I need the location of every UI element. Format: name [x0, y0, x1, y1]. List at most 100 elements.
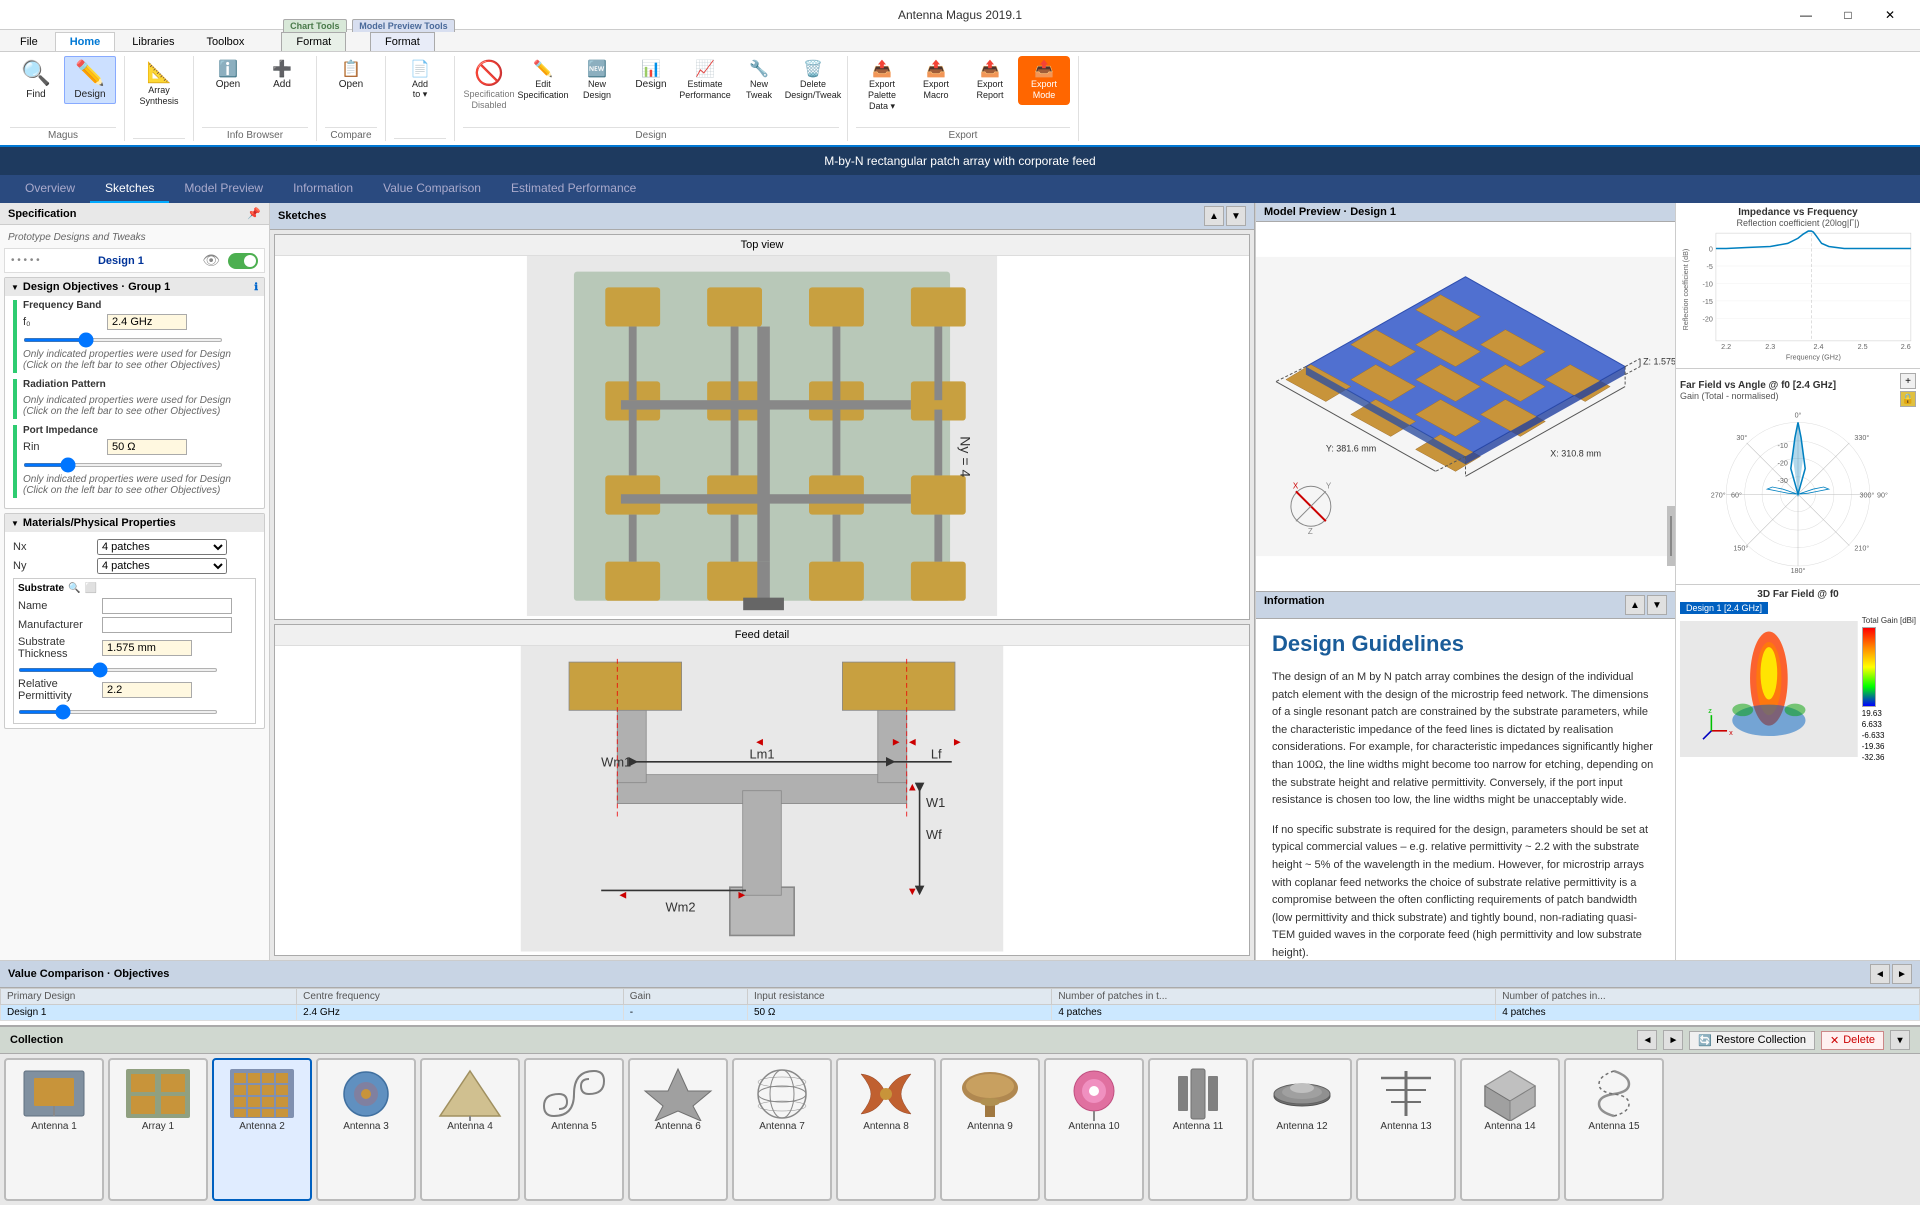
- collection-item-7[interactable]: Antenna 7: [732, 1058, 832, 1201]
- antenna7-icon: [747, 1066, 817, 1121]
- maximize-btn[interactable]: □: [1828, 5, 1868, 25]
- open-info-btn[interactable]: ℹ️ Open: [202, 56, 254, 94]
- materials-section: ▼ Materials/Physical Properties Nx 4 pat…: [4, 513, 265, 729]
- collection-item-10[interactable]: Antenna 10: [1044, 1058, 1144, 1201]
- open-compare-btn[interactable]: 📋 Open: [325, 56, 377, 94]
- scroll-up-btn[interactable]: ▲: [1204, 206, 1224, 226]
- export-macro-btn[interactable]: 📤 ExportMacro: [910, 56, 962, 105]
- objectives-info-icon[interactable]: ℹ: [254, 282, 258, 293]
- design-3d-label: Design 1 [2.4 GHz]: [1686, 603, 1762, 613]
- find-btn[interactable]: 🔍 Find: [10, 56, 62, 104]
- collection-item-5[interactable]: Antenna 5: [524, 1058, 624, 1201]
- collection-item-15[interactable]: Antenna 15: [1564, 1058, 1664, 1201]
- tab-information[interactable]: Information: [278, 175, 368, 203]
- new-tweak-icon: 🔧: [749, 60, 769, 79]
- perm-slider[interactable]: [18, 710, 218, 714]
- export-mode-btn[interactable]: 📤 ExportMode: [1018, 56, 1070, 105]
- substrate-manufacturer-input[interactable]: [102, 617, 232, 633]
- ny-select[interactable]: 4 patches: [97, 558, 227, 574]
- antenna3-icon: [331, 1066, 401, 1121]
- rin-input[interactable]: [107, 439, 187, 455]
- new-tweak-btn[interactable]: 🔧 NewTweak: [733, 56, 785, 105]
- collection-item-13[interactable]: Antenna 13: [1356, 1058, 1456, 1201]
- design-action-btn[interactable]: 📊 Design: [625, 56, 677, 94]
- new-design-btn[interactable]: 🆕 NewDesign: [571, 56, 623, 105]
- far-field-lock-btn[interactable]: 🔒: [1900, 391, 1916, 407]
- antenna11-icon: [1163, 1066, 1233, 1121]
- materials-header[interactable]: ▼ Materials/Physical Properties: [5, 514, 264, 532]
- add-btn[interactable]: ➕ Add: [256, 56, 308, 94]
- collection-item-14[interactable]: Antenna 14: [1460, 1058, 1560, 1201]
- rin-slider-row: [23, 458, 256, 470]
- spec-pin-icon[interactable]: 📌: [247, 207, 261, 220]
- array-synthesis-btn[interactable]: 📐 ArraySynthesis: [133, 56, 185, 111]
- estimate-perf-btn[interactable]: 📈 EstimatePerformance: [679, 56, 731, 105]
- relative-perm-input[interactable]: [102, 682, 192, 698]
- restore-collection-btn[interactable]: 🔄 Restore Collection: [1689, 1031, 1815, 1050]
- collection-item-4[interactable]: Antenna 4: [420, 1058, 520, 1201]
- tab-libraries[interactable]: Libraries: [117, 32, 189, 51]
- svg-text:◄: ◄: [754, 737, 765, 749]
- tab-estimated-performance[interactable]: Estimated Performance: [496, 175, 651, 203]
- close-btn[interactable]: ✕: [1870, 5, 1910, 25]
- collection-item-6[interactable]: Antenna 6: [628, 1058, 728, 1201]
- antenna10-icon: [1059, 1066, 1129, 1121]
- info-scroll-down[interactable]: ▼: [1647, 595, 1667, 615]
- tab-value-comparison[interactable]: Value Comparison: [368, 175, 496, 203]
- scroll-down-btn[interactable]: ▼: [1226, 206, 1246, 226]
- view-tab-bar: Overview Sketches Model Preview Informat…: [0, 175, 1920, 203]
- export-report-icon: 📤: [980, 60, 1000, 79]
- window-controls[interactable]: — □ ✕: [1786, 5, 1910, 25]
- comp-scroll-right[interactable]: ►: [1892, 964, 1912, 984]
- f0-slider[interactable]: [23, 338, 223, 342]
- tab-file[interactable]: File: [5, 32, 53, 51]
- substrate-thickness-input[interactable]: [102, 640, 192, 656]
- collection-item-1[interactable]: Array 1: [108, 1058, 208, 1201]
- collection-item-12[interactable]: Antenna 12: [1252, 1058, 1352, 1201]
- substrate-add-icon[interactable]: ⬜: [85, 583, 97, 594]
- far-field-zoom-btn[interactable]: +: [1900, 373, 1916, 389]
- objectives-header[interactable]: ▼ Design Objectives · Group 1 ℹ: [5, 278, 264, 296]
- collection-item-2[interactable]: Antenna 2: [212, 1058, 312, 1201]
- y-dimension: Y: 381.6 mm: [1326, 443, 1376, 453]
- tab-model-preview[interactable]: Model Preview: [169, 175, 278, 203]
- collection-item-11[interactable]: Antenna 11: [1148, 1058, 1248, 1201]
- collection-item-9[interactable]: Antenna 9: [940, 1058, 1040, 1201]
- tab-model-format[interactable]: Format: [370, 32, 435, 51]
- export-report-btn[interactable]: 📤 ExportReport: [964, 56, 1016, 105]
- info-scroll-up[interactable]: ▲: [1625, 595, 1645, 615]
- collection-item-3[interactable]: Antenna 3: [316, 1058, 416, 1201]
- tab-overview[interactable]: Overview: [10, 175, 90, 203]
- minimize-btn[interactable]: —: [1786, 5, 1826, 25]
- eye-icon[interactable]: 👁: [202, 252, 220, 269]
- tab-toolbox[interactable]: Toolbox: [191, 32, 259, 51]
- f0-input[interactable]: [107, 314, 187, 330]
- collection-prev-btn[interactable]: ◄: [1637, 1030, 1657, 1050]
- export-palette-btn[interactable]: 📤 ExportPalette Data ▾: [856, 56, 908, 116]
- spec-disabled-btn[interactable]: 🚫 SpecificationDisabled: [463, 56, 515, 114]
- thickness-slider[interactable]: [18, 668, 218, 672]
- collection-item-8[interactable]: Antenna 8: [836, 1058, 936, 1201]
- collection-next-btn[interactable]: ►: [1663, 1030, 1683, 1050]
- panel-divider[interactable]: [1667, 506, 1675, 566]
- substrate-search-icon[interactable]: 🔍: [68, 583, 80, 594]
- delete-btn[interactable]: 🗑️ DeleteDesign/Tweak: [787, 56, 839, 105]
- design1-toggle[interactable]: [228, 253, 258, 269]
- tab-chart-format[interactable]: Format: [281, 32, 346, 51]
- comp-scroll-left[interactable]: ◄: [1870, 964, 1890, 984]
- design-btn[interactable]: ✏️ Design: [64, 56, 116, 104]
- substrate-section: Substrate 🔍 ⬜ Name Manufacturer: [13, 578, 256, 724]
- delete-collection-btn[interactable]: ✕ Delete: [1821, 1031, 1884, 1050]
- substrate-name-input[interactable]: [102, 598, 232, 614]
- svg-text:►: ►: [952, 737, 963, 749]
- nx-select[interactable]: 4 patches: [97, 539, 227, 555]
- collection-item-0[interactable]: Antenna 1: [4, 1058, 104, 1201]
- row-resistance: 50 Ω: [747, 1005, 1051, 1021]
- tab-home[interactable]: Home: [55, 32, 116, 51]
- rin-slider[interactable]: [23, 463, 223, 467]
- edit-spec-btn[interactable]: ✏️ EditSpecification: [517, 56, 569, 105]
- tab-sketches[interactable]: Sketches: [90, 175, 169, 203]
- add-to-btn[interactable]: 📄 Addto ▾: [394, 56, 446, 104]
- design1-name[interactable]: Design 1: [98, 255, 144, 267]
- collection-expand-btn[interactable]: ▾: [1890, 1030, 1910, 1050]
